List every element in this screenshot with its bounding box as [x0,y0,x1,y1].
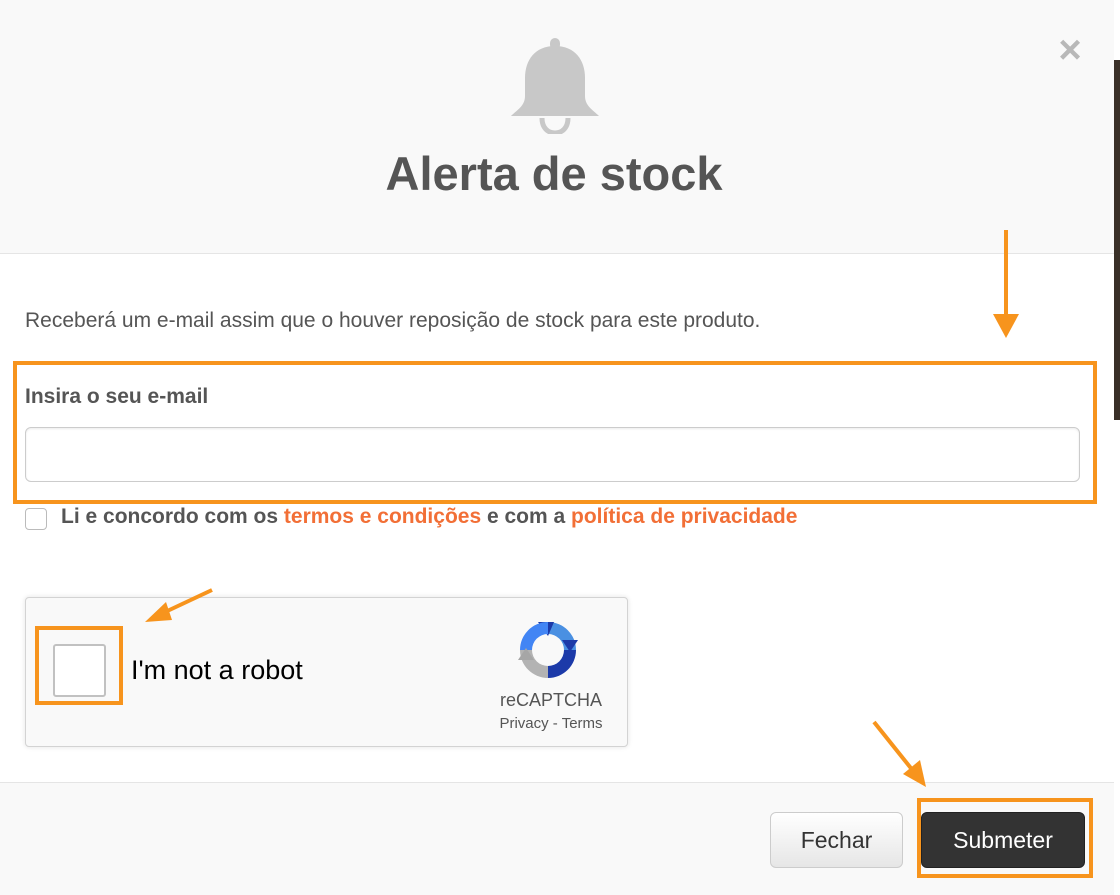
description-text: Receberá um e-mail assim que o houver re… [25,309,761,332]
close-button[interactable]: Fechar [770,812,903,868]
recaptcha-separator: - [552,715,558,732]
close-icon[interactable]: × [1052,30,1088,70]
modal-title: Alerta de stock [385,147,723,200]
terms-link[interactable]: termos e condições [284,505,481,528]
modal-footer: Fechar Submeter [0,782,1114,895]
terms-text: Li e concordo com os termos e condições … [61,505,797,529]
recaptcha-privacy-link[interactable]: Privacy [499,715,548,732]
recaptcha-brand: reCAPTCHA [499,690,602,710]
email-input[interactable] [25,427,1080,482]
terms-checkbox[interactable] [25,508,47,530]
background-edge [1114,0,1120,894]
modal-header: × Alerta de stock [0,0,1114,254]
recaptcha-label: I'm not a robot [131,655,303,685]
recaptcha-widget: I'm not a robot reCAPTCHA Privacy - Term… [25,597,628,747]
submit-button[interactable]: Submeter [921,812,1085,868]
recaptcha-logo-icon [518,622,578,678]
terms-middle: e com a [486,505,566,528]
recaptcha-links: Privacy - Terms [466,715,636,732]
stock-alert-modal: × Alerta de stock Receberá um e-mail ass… [0,0,1114,895]
terms-prefix: Li e concordo com os [61,505,279,528]
email-label: Insira o seu e-mail [25,385,209,408]
recaptcha-checkbox[interactable] [53,644,106,697]
bell-icon [511,38,599,134]
privacy-policy-link[interactable]: política de privacidade [571,505,797,528]
recaptcha-terms-link[interactable]: Terms [562,715,603,732]
